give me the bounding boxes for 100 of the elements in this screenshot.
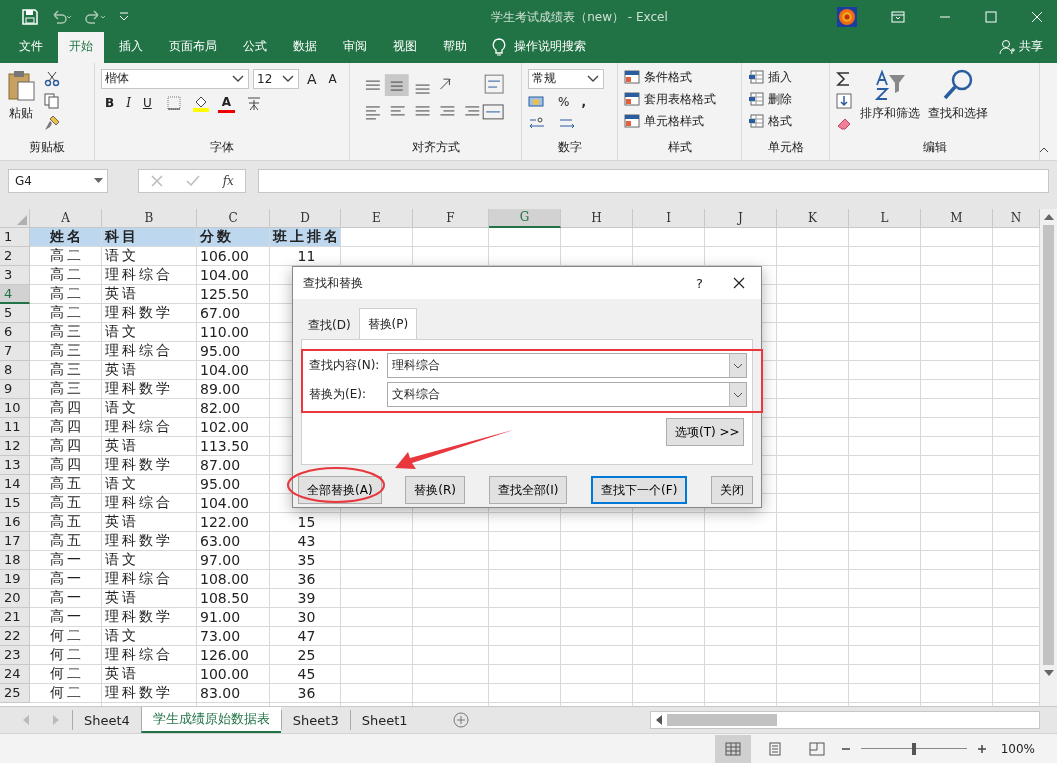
dialog-button[interactable]: 查找下一个(F) bbox=[591, 476, 688, 504]
undo-icon[interactable] bbox=[50, 9, 72, 26]
styles-menu-button[interactable]: 单元格样式 bbox=[644, 112, 704, 130]
column-header[interactable]: A bbox=[30, 208, 102, 228]
dialog-tab[interactable]: 替换(P) bbox=[358, 308, 418, 339]
ribbon-display-icon[interactable] bbox=[891, 11, 905, 24]
input-field[interactable]: 理科综合 bbox=[387, 353, 747, 378]
column-header[interactable]: J bbox=[705, 208, 777, 228]
scissors-icon[interactable] bbox=[44, 70, 60, 87]
ribbon-tab[interactable]: 文件 bbox=[8, 31, 54, 63]
cells-menu-button[interactable]: 插入 bbox=[768, 68, 792, 86]
share-button[interactable]: 共享 bbox=[1015, 37, 1057, 63]
font-color-button[interactable]: A bbox=[217, 93, 235, 113]
font-size-dropdown[interactable]: 12 bbox=[253, 68, 299, 89]
brush-icon[interactable] bbox=[44, 114, 60, 131]
clipboard-icon[interactable] bbox=[6, 68, 36, 101]
table-cell-text: 高四 bbox=[49, 436, 85, 455]
fill-color-icon[interactable] bbox=[191, 94, 210, 113]
table-cell-text: 高三 bbox=[49, 379, 85, 398]
paste-button[interactable]: 粘贴 bbox=[9, 104, 33, 122]
check-icon[interactable] bbox=[186, 173, 201, 188]
dialog-button[interactable]: 关闭 bbox=[710, 476, 753, 504]
column-header[interactable]: C bbox=[197, 208, 270, 228]
column-header[interactable]: F bbox=[413, 208, 489, 228]
dialog-button[interactable]: 查找全部(I) bbox=[488, 476, 568, 504]
find-select-button[interactable]: 查找和选择 bbox=[928, 104, 988, 122]
grow-font-button[interactable]: A bbox=[303, 69, 321, 88]
shrink-font-button[interactable]: A bbox=[324, 70, 341, 87]
help-button[interactable]: ? bbox=[696, 275, 703, 291]
table-cell-text: 73.00 bbox=[199, 626, 242, 645]
table-cell-text: 英语 bbox=[104, 284, 140, 303]
add-sheet-icon[interactable] bbox=[452, 712, 469, 729]
ribbon-tab[interactable]: 视图 bbox=[382, 31, 428, 63]
ribbon-tab[interactable]: 页面布局 bbox=[158, 31, 228, 63]
column-header[interactable]: B bbox=[102, 208, 197, 228]
maximize-icon[interactable] bbox=[985, 11, 997, 24]
border-icon[interactable] bbox=[165, 95, 182, 112]
ribbon-tab[interactable]: 插入 bbox=[108, 31, 154, 63]
styles-menu-button[interactable]: 套用表格格式 bbox=[644, 90, 716, 108]
font-name-dropdown[interactable]: 楷体 bbox=[101, 68, 249, 89]
ribbon-tab[interactable]: 公式 bbox=[232, 31, 278, 63]
scroll-up-icon[interactable] bbox=[1043, 212, 1054, 221]
tell-me-search[interactable]: 操作说明搜索 bbox=[514, 37, 586, 63]
grid-icon bbox=[724, 741, 741, 756]
styles-menu-button[interactable]: 条件格式 bbox=[644, 68, 692, 86]
ribbon-tab[interactable]: 帮助 bbox=[432, 31, 478, 63]
cells-menu-button[interactable]: 格式 bbox=[768, 112, 792, 130]
cells-menu-button[interactable]: 删除 bbox=[768, 90, 792, 108]
sheet-tab[interactable]: Sheet1 bbox=[349, 710, 419, 731]
italic-button[interactable]: I bbox=[122, 95, 135, 112]
copy-icon[interactable] bbox=[44, 92, 60, 109]
dialog-button[interactable]: 替换(R) bbox=[405, 476, 465, 504]
save-icon[interactable] bbox=[22, 9, 38, 26]
column-header[interactable]: H bbox=[561, 208, 633, 228]
sheet-tab[interactable]: Sheet4 bbox=[72, 710, 141, 731]
scrollbar-thumb[interactable] bbox=[1043, 224, 1054, 665]
close-icon[interactable] bbox=[733, 277, 745, 289]
sum-icon[interactable] bbox=[836, 70, 852, 87]
name-box[interactable]: G4 bbox=[8, 168, 108, 193]
column-header[interactable]: G bbox=[489, 208, 561, 228]
zoom-level[interactable]: 100% bbox=[1000, 741, 1035, 756]
dialog-button[interactable]: 全部替换(A) bbox=[298, 476, 382, 504]
sort-filter-icon[interactable] bbox=[873, 68, 907, 101]
fill-down-icon[interactable] bbox=[836, 92, 852, 109]
vertical-scrollbar[interactable] bbox=[1040, 208, 1057, 707]
column-header[interactable]: L bbox=[849, 208, 921, 228]
column-header[interactable]: N bbox=[993, 208, 1040, 228]
column-header[interactable]: D bbox=[270, 208, 341, 228]
zoom-in-icon[interactable] bbox=[976, 743, 987, 754]
ribbon-tab[interactable]: 数据 bbox=[282, 31, 328, 63]
table-cell-text: 89.00 bbox=[199, 379, 242, 398]
redo-icon[interactable] bbox=[84, 9, 106, 26]
phonetic-icon[interactable] bbox=[245, 94, 263, 113]
sheet-tab[interactable]: Sheet3 bbox=[280, 710, 350, 731]
column-header[interactable]: E bbox=[341, 208, 413, 228]
number-format-dropdown[interactable]: 常规 bbox=[528, 68, 604, 89]
ribbon-tab[interactable]: 审阅 bbox=[332, 31, 378, 63]
normal-view-button[interactable] bbox=[714, 734, 751, 763]
horizontal-scrollbar[interactable] bbox=[650, 711, 1040, 730]
zoom-slider-thumb[interactable] bbox=[911, 742, 916, 755]
search-icon[interactable] bbox=[942, 68, 974, 101]
insert-function-button[interactable]: fx bbox=[222, 173, 234, 188]
comma-button[interactable]: , bbox=[577, 93, 590, 110]
percent-button[interactable]: % bbox=[554, 93, 574, 110]
collapse-ribbon-icon[interactable] bbox=[1039, 145, 1049, 154]
column-header[interactable]: K bbox=[777, 208, 849, 228]
column-header[interactable]: M bbox=[921, 208, 993, 228]
ribbon-tab[interactable]: 开始 bbox=[58, 31, 104, 63]
underline-button[interactable]: U bbox=[138, 95, 156, 112]
sort-filter-button[interactable]: 排序和筛选 bbox=[860, 104, 920, 122]
input-field[interactable]: 文科综合 bbox=[387, 382, 747, 407]
dialog-tab[interactable]: 查找(D) bbox=[300, 312, 359, 339]
options-button[interactable]: 选项(T) >> bbox=[666, 418, 744, 446]
column-header[interactable]: I bbox=[633, 208, 705, 228]
scrollbar-thumb[interactable] bbox=[667, 714, 777, 727]
formula-input[interactable] bbox=[258, 168, 1049, 193]
sheet-tab[interactable]: 学生成绩原始数据表 bbox=[140, 707, 281, 734]
bold-button[interactable]: B bbox=[101, 95, 119, 112]
scroll-down-icon[interactable] bbox=[1043, 668, 1054, 677]
scroll-left-icon[interactable] bbox=[655, 715, 663, 726]
